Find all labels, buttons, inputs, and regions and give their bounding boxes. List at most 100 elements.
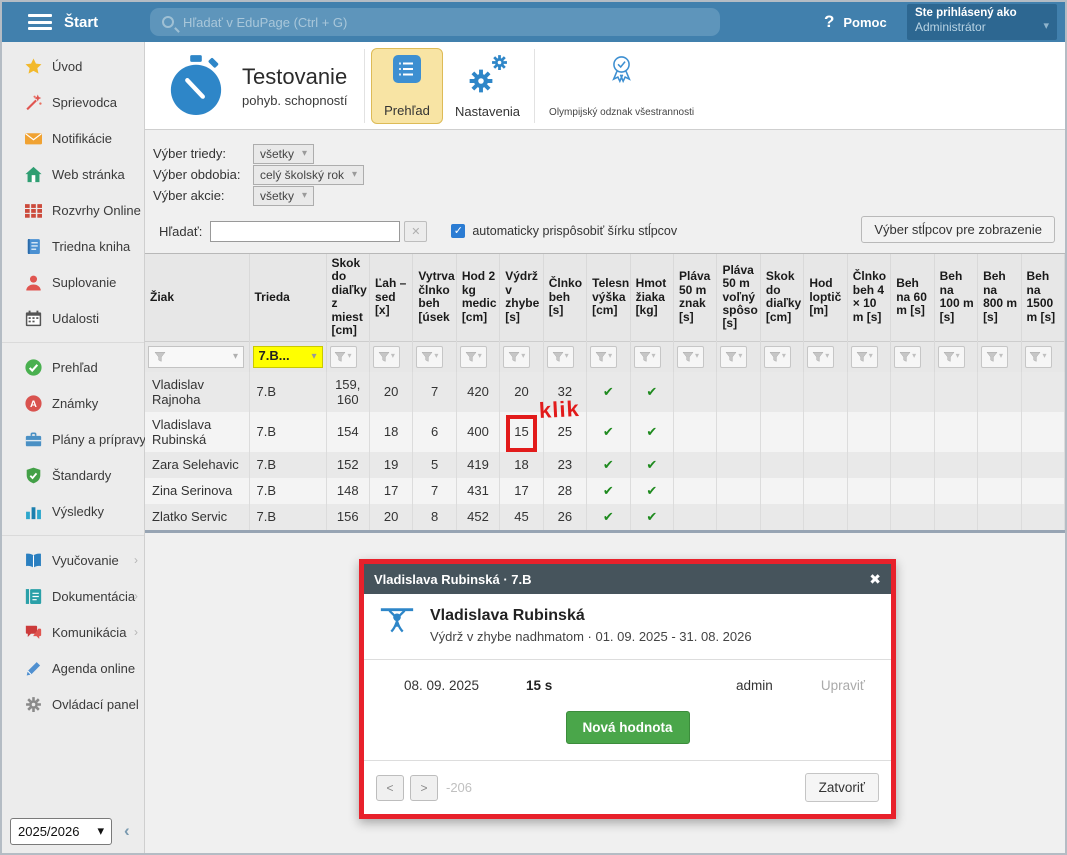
student-name-cell[interactable]: Zara Selehavic	[145, 452, 249, 478]
value-cell[interactable]: 6	[413, 412, 456, 452]
sidebar-item-dokumentacia[interactable]: Dokumentácia›	[2, 578, 144, 614]
value-cell[interactable]: ✔	[587, 452, 630, 478]
value-cell[interactable]: 20	[369, 372, 412, 412]
column-filter-button[interactable]: ▾	[894, 346, 921, 368]
column-header[interactable]: Beh na 100 m [s]	[934, 254, 977, 341]
value-cell[interactable]: 45	[500, 504, 543, 530]
value-cell[interactable]: 15	[500, 412, 543, 452]
column-header[interactable]: Beh na 800 m [s]	[978, 254, 1021, 341]
column-filter-button[interactable]: ▾	[807, 346, 834, 368]
column-header[interactable]: Člnko beh 4 × 10 m [s]	[847, 254, 890, 341]
prev-student-button[interactable]: <	[376, 775, 404, 801]
student-name-cell[interactable]: Vladislav Rajnoha	[145, 372, 249, 412]
column-header[interactable]: Skok do diaľky [cm]	[760, 254, 803, 341]
sidebar-item-sprievodca[interactable]: Sprievodca	[2, 84, 144, 120]
sidebar-item-rozvrhy-online[interactable]: Rozvrhy Online	[2, 192, 144, 228]
sidebar-item-uvod[interactable]: Úvod	[2, 48, 144, 84]
tab-nastavenia[interactable]: Nastavenia	[447, 48, 528, 124]
value-cell[interactable]: 420	[456, 372, 499, 412]
column-header[interactable]: Hod 2 kg medic [cm]	[456, 254, 499, 341]
close-modal-button[interactable]: Zatvoriť	[805, 773, 879, 802]
new-value-button[interactable]: Nová hodnota	[566, 711, 690, 744]
value-cell[interactable]: 32	[543, 372, 586, 412]
sidebar-item-prehlad[interactable]: Prehľad	[2, 349, 144, 385]
value-cell[interactable]: 431	[456, 478, 499, 504]
student-name-cell[interactable]: Zina Serinova	[145, 478, 249, 504]
period-filter-select[interactable]: celý školský rok ▾	[253, 165, 364, 185]
sidebar-item-vyucovanie[interactable]: Vyučovanie›	[2, 542, 144, 578]
sidebar-collapse-icon[interactable]: ‹	[124, 821, 130, 841]
value-cell[interactable]: 7	[413, 372, 456, 412]
column-header[interactable]: Výdrž v zhybe [s]	[500, 254, 543, 341]
tab-olympijsky-odznak[interactable]: Olympijský odznak všestrannosti	[541, 48, 702, 124]
column-filter-button[interactable]: ▾	[590, 346, 617, 368]
close-icon[interactable]: ✖	[869, 571, 881, 588]
sidebar-item-agenda-online[interactable]: Agenda online	[2, 650, 144, 686]
value-cell[interactable]: 19	[369, 452, 412, 478]
column-filter-button[interactable]: ▾	[634, 346, 661, 368]
value-cell[interactable]: 154	[326, 412, 369, 452]
table-search-input[interactable]	[210, 221, 400, 242]
sidebar-item-znamky[interactable]: AZnámky	[2, 385, 144, 421]
value-cell[interactable]: ✔	[587, 478, 630, 504]
value-cell[interactable]: ✔	[630, 412, 673, 452]
value-cell[interactable]: 159, 160	[326, 372, 369, 412]
value-cell[interactable]: ✔	[630, 504, 673, 530]
sidebar-item-ovladaci-panel[interactable]: Ovládací panel	[2, 686, 144, 722]
column-filter-button[interactable]: ▾	[981, 346, 1008, 368]
value-cell[interactable]: 8	[413, 504, 456, 530]
sidebar-item-plany-a-pripravy[interactable]: Plány a prípravy	[2, 421, 144, 457]
sidebar-item-vysledky[interactable]: Výsledky	[2, 493, 144, 529]
value-cell[interactable]: 7	[413, 478, 456, 504]
column-header[interactable]: Žiak	[145, 254, 249, 341]
value-cell[interactable]: ✔	[587, 412, 630, 452]
value-cell[interactable]: 419	[456, 452, 499, 478]
school-year-select[interactable]: 2025/2026 ▾	[10, 818, 112, 845]
column-header[interactable]: Hmot žiaka [kg]	[630, 254, 673, 341]
column-header[interactable]: Pláva 50 m znak [s]	[674, 254, 717, 341]
value-cell[interactable]: 28	[543, 478, 586, 504]
column-filter-button[interactable]: ▾	[460, 346, 487, 368]
value-cell[interactable]: 26	[543, 504, 586, 530]
sidebar-item-suplovanie[interactable]: Suplovanie	[2, 264, 144, 300]
value-cell[interactable]: ✔	[587, 372, 630, 412]
sidebar-item-udalosti[interactable]: Udalosti	[2, 300, 144, 336]
edit-link[interactable]: Upraviť	[821, 678, 865, 693]
class-filter-active[interactable]: 7.B...▾	[253, 346, 323, 368]
value-cell[interactable]: 17	[500, 478, 543, 504]
column-filter-button[interactable]: ▾	[503, 346, 530, 368]
column-chooser-button[interactable]: Výber stĺpcov pre zobrazenie	[861, 216, 1055, 243]
column-header[interactable]: Skok do diaľky z miest [cm]	[326, 254, 369, 341]
value-cell[interactable]: 23	[543, 452, 586, 478]
sidebar-item-notifikacie[interactable]: Notifikácie	[2, 120, 144, 156]
value-cell[interactable]: 452	[456, 504, 499, 530]
value-cell[interactable]: 18	[500, 452, 543, 478]
student-name-cell[interactable]: Vladislava Rubinská	[145, 412, 249, 452]
value-cell[interactable]: 17	[369, 478, 412, 504]
value-cell[interactable]: ✔	[630, 372, 673, 412]
value-cell[interactable]: ✔	[630, 452, 673, 478]
column-header[interactable]: Vytrva člnko beh [úsek	[413, 254, 456, 341]
column-filter-button[interactable]: ▾	[330, 346, 357, 368]
hamburger-menu-icon[interactable]	[28, 14, 52, 30]
class-filter-select[interactable]: všetky ▾	[253, 144, 314, 164]
column-filter-button[interactable]: ▾	[373, 346, 400, 368]
value-cell[interactable]: ✔	[587, 504, 630, 530]
start-menu-label[interactable]: Štart	[64, 14, 98, 31]
column-filter-button[interactable]: ▾	[416, 346, 443, 368]
value-cell[interactable]: 20	[500, 372, 543, 412]
value-cell[interactable]: 400	[456, 412, 499, 452]
sidebar-item-triedna-kniha[interactable]: Triedna kniha	[2, 228, 144, 264]
column-filter-button[interactable]: ▾	[677, 346, 704, 368]
column-filter-button[interactable]: ▾	[764, 346, 791, 368]
sidebar-item-web-stranka[interactable]: Web stránka	[2, 156, 144, 192]
next-student-button[interactable]: >	[410, 775, 438, 801]
logged-in-user-dropdown[interactable]: Ste prihlásený ako Administrátor ▾	[907, 4, 1057, 40]
clear-search-button[interactable]: ✕	[404, 221, 427, 242]
column-header[interactable]: Pláva 50 m voľný spôso [s]	[717, 254, 760, 341]
column-filter-button[interactable]: ▾	[851, 346, 878, 368]
column-filter-button[interactable]: ▾	[1025, 346, 1052, 368]
help-button[interactable]: ? Pomoc	[824, 2, 887, 42]
column-header[interactable]: Ľah – sed [x]	[369, 254, 412, 341]
student-name-cell[interactable]: Zlatko Servic	[145, 504, 249, 530]
